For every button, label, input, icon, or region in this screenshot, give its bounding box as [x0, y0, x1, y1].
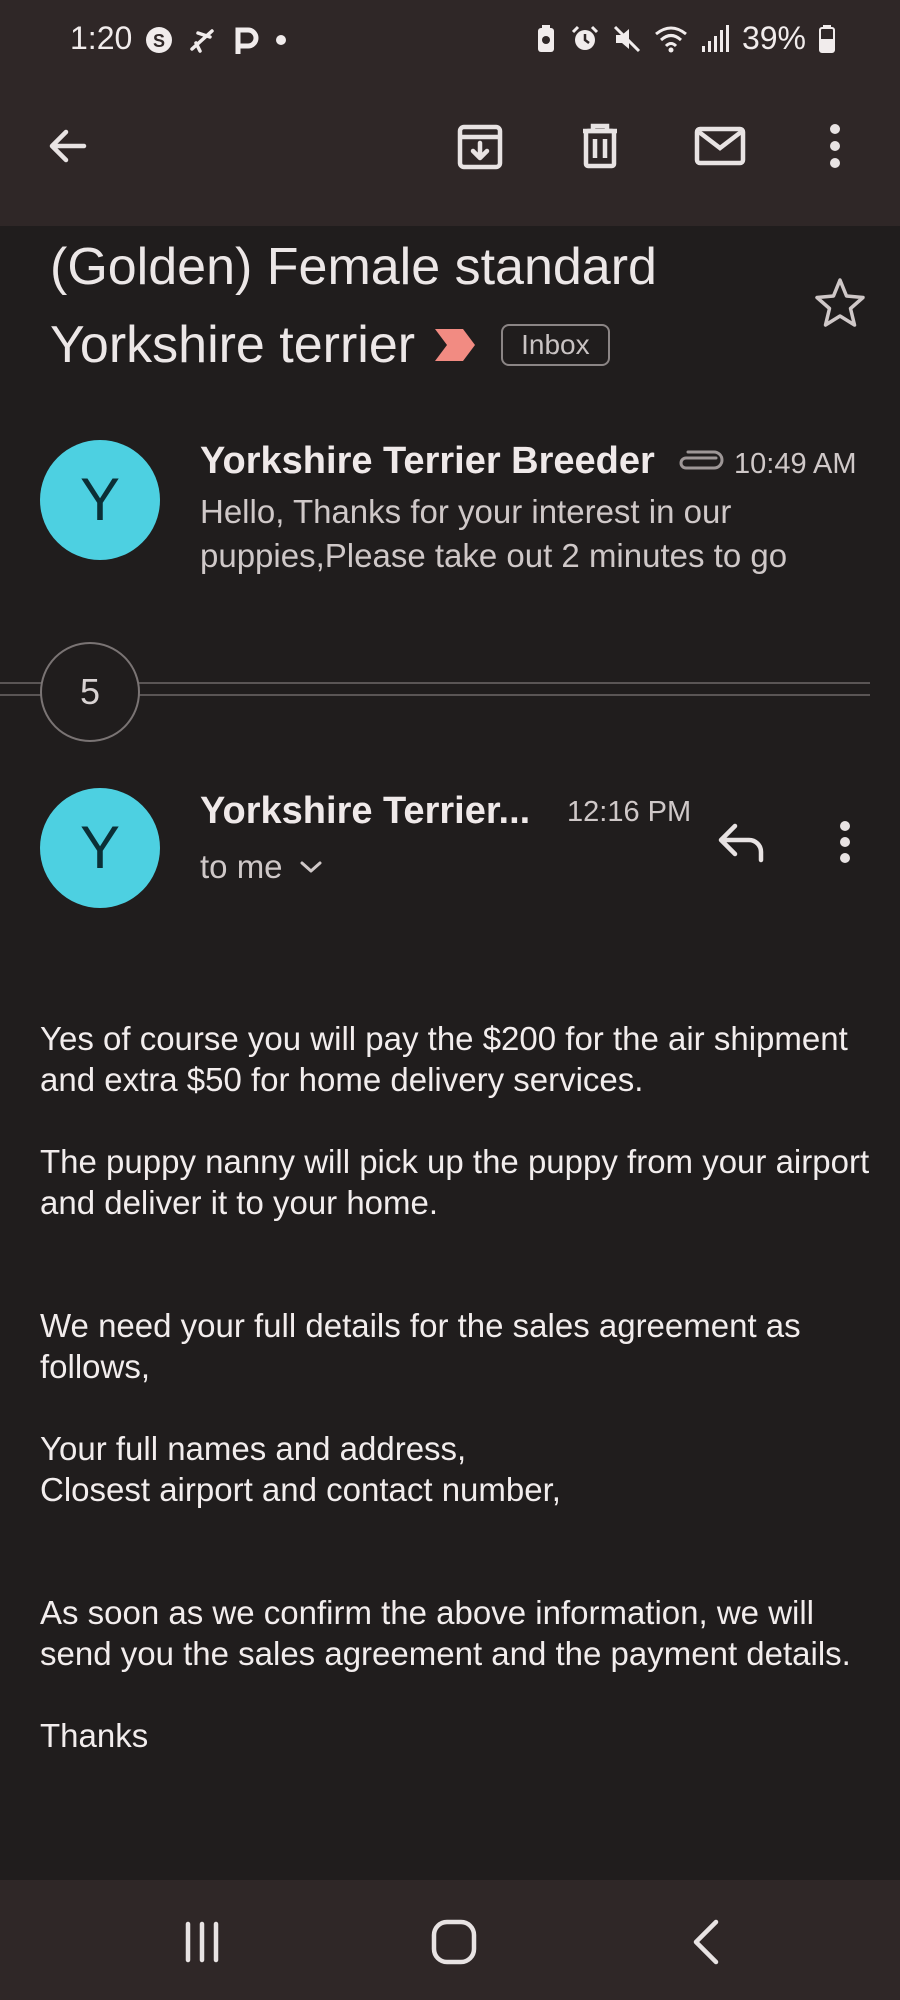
message-time: 10:49 AM — [734, 448, 857, 480]
avatar[interactable]: Y — [40, 788, 160, 908]
signal-icon — [701, 24, 729, 52]
body-paragraph: Closest airport and contact number, — [40, 1471, 561, 1508]
inbox-label-chip[interactable]: Inbox — [501, 324, 610, 366]
recipient-label: to me — [200, 848, 283, 885]
body-paragraph: We need your full details for the sales … — [40, 1307, 801, 1385]
arrow-back-icon — [49, 129, 87, 163]
recents-button[interactable] — [162, 1902, 242, 1982]
message-time: 12:16 PM — [567, 796, 692, 828]
svg-text:S: S — [153, 31, 165, 51]
body-paragraph: Yes of course you will pay the $200 for … — [40, 1020, 848, 1098]
mark-unread-icon — [694, 126, 746, 166]
reply-icon — [718, 823, 764, 863]
chevron-down-icon — [300, 861, 322, 873]
body-paragraph: As soon as we confirm the above informat… — [40, 1594, 851, 1672]
status-bar: 1:20 S 39% — [0, 0, 900, 84]
body-paragraph: Thanks — [40, 1717, 149, 1754]
star-icon — [815, 278, 865, 327]
home-button[interactable] — [414, 1902, 494, 1982]
reply-button[interactable] — [710, 812, 770, 872]
archive-button[interactable] — [450, 116, 510, 176]
top-app-bar: 1:20 S 39% — [0, 0, 900, 226]
important-marker-icon[interactable] — [433, 327, 477, 363]
sender-name: Yorkshire Terrier Breeder — [200, 440, 655, 482]
email-subject: (Golden) Female standard Yorkshire terri… — [50, 228, 810, 384]
delete-icon — [583, 123, 617, 169]
body-paragraph: Your full names and address, — [40, 1430, 467, 1467]
message-more-button[interactable] — [830, 812, 860, 872]
attachment-icon — [679, 450, 724, 470]
battery-icon — [819, 24, 835, 53]
more-vert-icon — [840, 821, 850, 863]
battery-saver-icon — [537, 24, 554, 52]
status-time: 1:20 — [70, 20, 133, 56]
home-icon — [431, 1919, 477, 1965]
delete-button[interactable] — [570, 116, 630, 176]
system-nav-bar — [0, 1880, 900, 2000]
back-button[interactable] — [38, 116, 98, 176]
mark-unread-button[interactable] — [690, 116, 750, 176]
more-vert-icon — [830, 124, 840, 168]
back-nav-icon — [693, 1919, 719, 1965]
message-body: Yes of course you will pay the $200 for … — [40, 1018, 880, 1756]
flight-icon — [190, 29, 214, 53]
archive-icon — [457, 124, 503, 170]
sender-name[interactable]: Yorkshire Terrier... — [200, 790, 530, 833]
body-paragraph: The puppy nanny will pick up the puppy f… — [40, 1143, 870, 1221]
message-snippet[interactable]: Hello, Thanks for your interest in our p… — [200, 490, 870, 578]
subject-line-1: (Golden) Female standard — [50, 238, 657, 296]
status-right-icons: 39% — [534, 20, 836, 57]
s-circle-icon: S — [146, 27, 172, 53]
more-options-button[interactable] — [805, 116, 865, 176]
subject-line-2: Yorkshire terrier — [50, 316, 416, 374]
avatar[interactable]: Y — [40, 440, 160, 560]
recents-icon — [185, 1921, 219, 1963]
status-left-icons: S — [144, 24, 288, 56]
mute-icon — [613, 25, 641, 52]
hidden-messages-count[interactable]: 5 — [40, 642, 140, 742]
p-app-icon — [235, 27, 259, 54]
star-button[interactable] — [812, 276, 868, 337]
wifi-icon — [655, 26, 687, 52]
recipient-toggle[interactable]: to me — [200, 848, 323, 886]
subject-line-2-row: Yorkshire terrier Inbox — [50, 306, 810, 384]
dot-icon — [276, 35, 286, 45]
back-nav-button[interactable] — [666, 1902, 746, 1982]
alarm-icon — [571, 25, 599, 50]
battery-percent: 39% — [741, 20, 806, 56]
